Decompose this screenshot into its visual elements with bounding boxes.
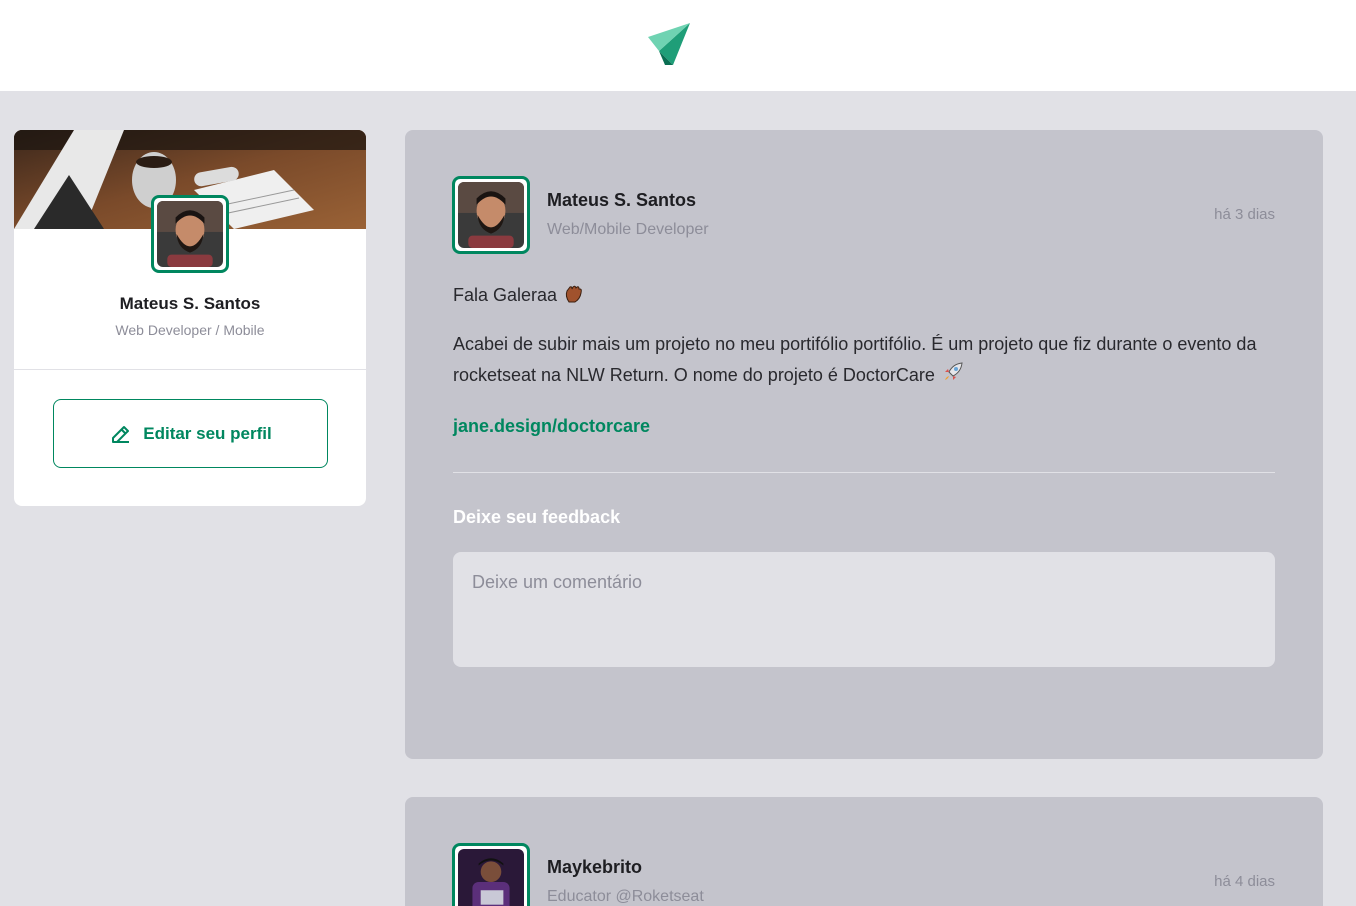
post-author-name: Mateus S. Santos [547,190,697,210]
app-header [0,0,1356,91]
waving-hand-icon [565,285,582,303]
profile-sidebar: Mateus S. Santos Web Developer / Mobile … [14,130,366,506]
post-link[interactable]: jane.design/doctorcare [453,416,650,437]
post-author-name: Maykebrito [547,857,643,877]
comment-input[interactable] [453,552,1275,667]
edit-profile-label: Editar seu perfil [143,423,272,443]
post-greeting-text: Fala Galeraa [453,285,558,305]
post-author-role: Educator @Roketseat [547,888,704,905]
edit-profile-button[interactable]: Editar seu perfil [53,399,328,468]
feedback-label: Deixe seu feedback [453,507,621,527]
post-card: Maykebrito Educator @Roketseat há 4 dias [405,797,1323,906]
post-body: Acabei de subir mais um projeto no meu p… [453,329,1283,391]
post-card: Mateus S. Santos Web/Mobile Developer há… [405,130,1323,759]
post-time[interactable]: há 4 dias [1214,873,1275,890]
post-author-role: Web/Mobile Developer [547,221,709,238]
divider [14,369,366,370]
post-time[interactable]: há 3 dias [1214,206,1275,223]
profile-role: Web Developer / Mobile [115,322,265,338]
pencil-icon [112,425,130,443]
avatar[interactable] [151,195,229,273]
post-greeting: Fala Galeraa [453,280,1283,311]
divider [453,472,1275,473]
profile-name: Mateus S. Santos [119,294,261,313]
post-body-text: Acabei de subir mais um projeto no meu p… [453,334,1257,385]
avatar[interactable] [452,176,530,254]
ignite-feed-logo-icon[interactable] [643,21,693,71]
avatar[interactable] [452,843,530,906]
rocket-icon [944,362,963,380]
